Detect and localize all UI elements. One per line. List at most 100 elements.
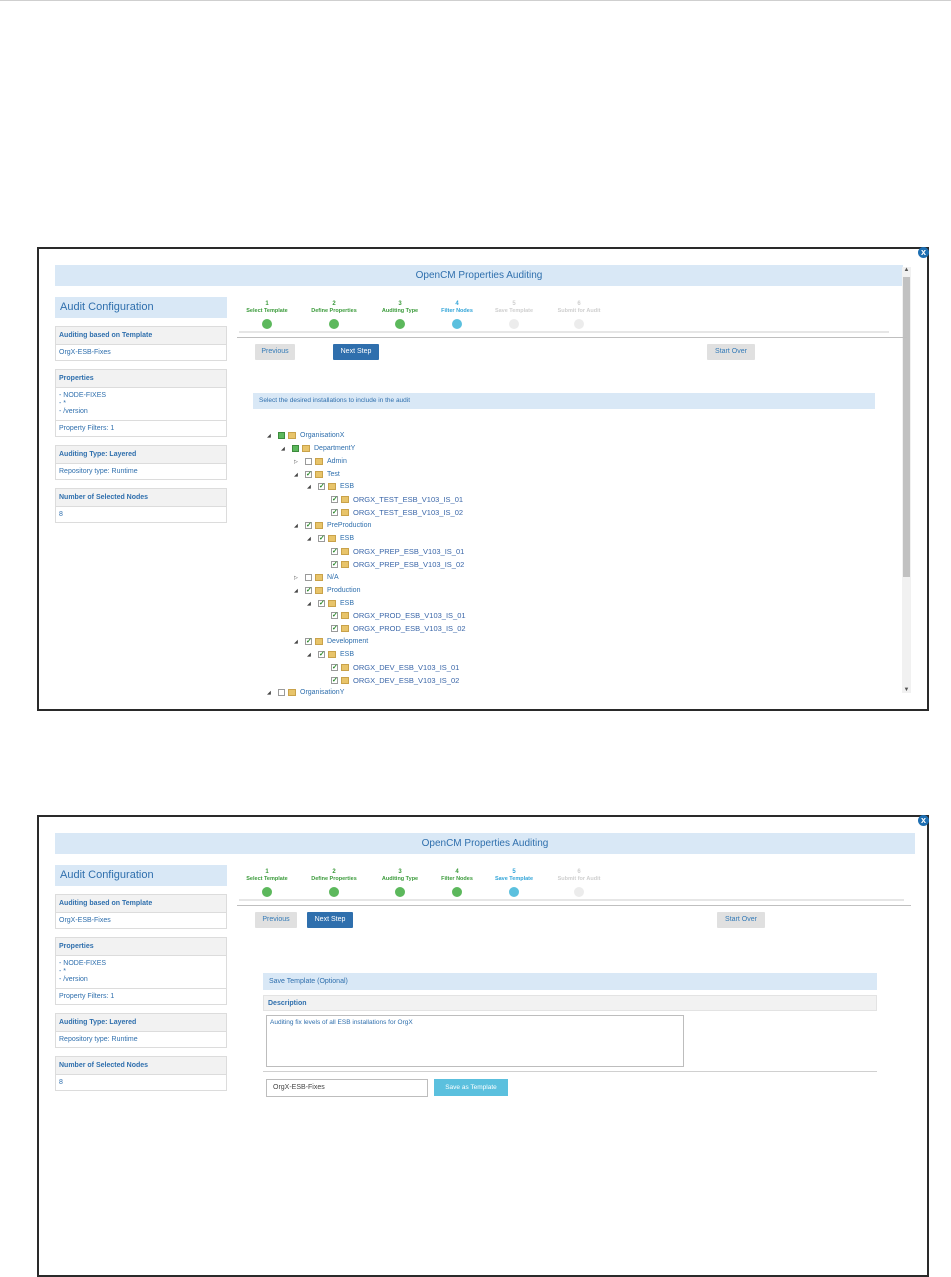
checkbox-icon[interactable] [305, 520, 312, 532]
next-step-button[interactable]: Next Step [333, 344, 379, 360]
audit-dialog-save-template: x OpenCM Properties Auditing Audit Confi… [37, 815, 929, 1277]
wizard-step-5[interactable]: 5 Save Template [479, 869, 549, 897]
folder-icon [315, 522, 323, 529]
scroll-down-icon[interactable]: ▼ [902, 687, 911, 693]
wizard-track [239, 331, 889, 333]
expand-arrow-icon[interactable]: ◢ [267, 687, 271, 699]
template-name-input[interactable]: OrgX-ESB-Fixes [266, 1079, 428, 1097]
expand-arrow-icon[interactable]: ▷ [294, 572, 298, 584]
close-icon[interactable]: x [918, 247, 929, 258]
previous-button[interactable]: Previous [255, 912, 297, 928]
sidebar-title: Audit Configuration [55, 865, 227, 886]
checkbox-icon[interactable] [331, 494, 338, 506]
step-dot [395, 887, 405, 897]
wizard-step-1[interactable]: 1 Select Template [232, 869, 302, 897]
tree-node-label: ESB [340, 483, 355, 490]
selected-nodes-label: Number of Selected Nodes [56, 1057, 226, 1075]
property-filters: Property Filters: 1 [56, 988, 226, 1004]
expand-arrow-icon[interactable]: ◢ [267, 430, 271, 442]
checkbox-icon[interactable] [331, 610, 338, 622]
step-label: Define Properties [311, 308, 357, 314]
expand-arrow-icon[interactable]: ◢ [307, 598, 311, 610]
folder-icon [328, 483, 336, 490]
checkbox-icon[interactable] [305, 469, 312, 481]
property-item: - /version [59, 408, 88, 415]
checkbox-icon[interactable] [331, 507, 338, 519]
wizard-step-6[interactable]: 6 Submit for Audit [544, 869, 614, 897]
property-item: - /version [59, 976, 88, 983]
folder-icon [315, 574, 323, 581]
close-icon[interactable]: x [918, 815, 929, 826]
auditing-type-box: Auditing Type: Layered Repository type: … [55, 445, 227, 480]
description-textarea[interactable]: Auditing fix levels of all ESB installat… [266, 1015, 684, 1067]
audit-dialog-filter-nodes: x OpenCM Properties Auditing ▲ ▼ Audit C… [37, 247, 929, 711]
tree-node-label: ESB [340, 651, 355, 658]
step-number: 5 [512, 301, 516, 307]
tree-node-label: DepartmentY [314, 445, 356, 452]
checkbox-icon[interactable] [318, 481, 325, 493]
expand-arrow-icon[interactable]: ▷ [294, 456, 298, 468]
step-dot [262, 319, 272, 329]
save-as-template-button[interactable]: Save as Template [434, 1079, 508, 1096]
folder-icon [341, 625, 349, 632]
checkbox-icon[interactable] [292, 445, 299, 452]
vertical-scrollbar[interactable]: ▲ ▼ [902, 267, 911, 693]
checkbox-icon[interactable] [331, 546, 338, 558]
template-label: Auditing based on Template [56, 895, 226, 913]
wizard-step-2[interactable]: 2 Define Properties [299, 869, 369, 897]
step-dot [452, 319, 462, 329]
checkbox-icon[interactable] [331, 559, 338, 571]
checkbox-icon[interactable] [318, 533, 325, 545]
scroll-thumb[interactable] [903, 277, 910, 577]
previous-button[interactable]: Previous [255, 344, 295, 360]
repository-type: Repository type: Runtime [59, 468, 138, 475]
start-over-button[interactable]: Start Over [707, 344, 755, 360]
checkbox-icon[interactable] [318, 598, 325, 610]
folder-icon [302, 445, 310, 452]
tree-node-label: ORGX_PROD_ESB_V103_IS_01 [353, 611, 466, 620]
expand-arrow-icon[interactable]: ◢ [294, 520, 298, 532]
step-dot [452, 887, 462, 897]
step-dot [574, 319, 584, 329]
start-over-button[interactable]: Start Over [717, 912, 765, 928]
description-label: Description [263, 995, 877, 1011]
checkbox-icon[interactable] [305, 585, 312, 597]
step-number: 1 [265, 869, 269, 875]
wizard-step-5[interactable]: 5 Save Template [479, 301, 549, 329]
selected-nodes-box: Number of Selected Nodes 8 [55, 1056, 227, 1091]
wizard-step-1[interactable]: 1 Select Template [232, 301, 302, 329]
expand-arrow-icon[interactable]: ◢ [307, 649, 311, 661]
step-number: 1 [265, 301, 269, 307]
tree-node-label: ESB [340, 535, 355, 542]
expand-arrow-icon[interactable]: ◢ [307, 533, 311, 545]
properties-box: Properties - NODE-FIXES - * - /version P… [55, 937, 227, 1005]
expand-arrow-icon[interactable]: ◢ [294, 469, 298, 481]
tree-node-label: ORGX_PREP_ESB_V103_IS_02 [353, 560, 465, 569]
checkbox-icon[interactable] [305, 574, 312, 581]
checkbox-icon[interactable] [305, 636, 312, 648]
checkbox-icon[interactable] [331, 623, 338, 635]
checkbox-icon[interactable] [278, 432, 285, 439]
next-step-button[interactable]: Next Step [307, 912, 353, 928]
checkbox-icon[interactable] [318, 649, 325, 661]
checkbox-icon[interactable] [331, 675, 338, 687]
step-label: Submit for Audit [557, 876, 601, 882]
expand-arrow-icon[interactable]: ◢ [294, 636, 298, 648]
checkbox-icon[interactable] [305, 458, 312, 465]
property-item: - NODE-FIXES [59, 960, 107, 967]
expand-arrow-icon[interactable]: ◢ [307, 481, 311, 493]
folder-icon [328, 535, 336, 542]
template-box: Auditing based on Template OrgX-ESB-Fixe… [55, 326, 227, 361]
expand-arrow-icon[interactable]: ◢ [294, 585, 298, 597]
step-dot [509, 319, 519, 329]
wizard-step-2[interactable]: 2 Define Properties [299, 301, 369, 329]
property-item: - * [59, 400, 66, 407]
expand-arrow-icon[interactable]: ◢ [281, 443, 285, 455]
tree-node-label: ORGX_DEV_ESB_V103_IS_02 [353, 676, 460, 685]
checkbox-icon[interactable] [278, 689, 285, 696]
folder-icon [341, 496, 349, 503]
property-filters: Property Filters: 1 [56, 420, 226, 436]
scroll-up-icon[interactable]: ▲ [902, 267, 911, 273]
checkbox-icon[interactable] [331, 662, 338, 674]
wizard-step-6[interactable]: 6 Submit for Audit [544, 301, 614, 329]
